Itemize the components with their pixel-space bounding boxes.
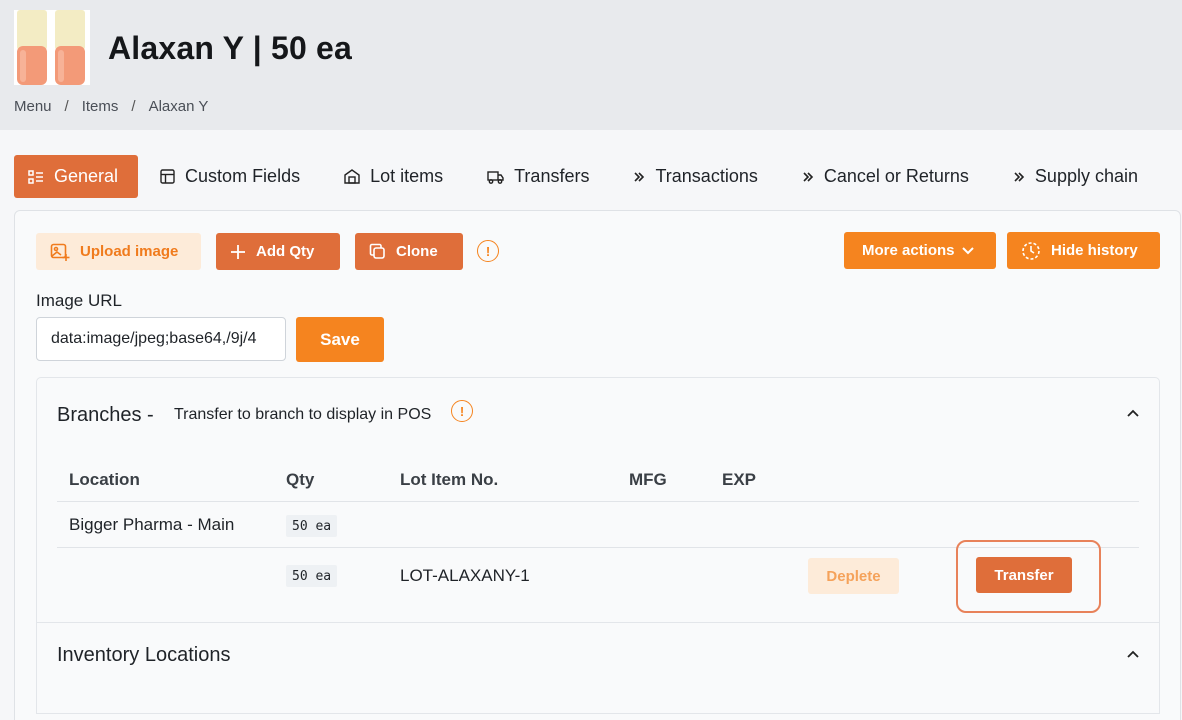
- chevrons-right-icon: [1013, 171, 1025, 183]
- column-header-qty: Qty: [286, 470, 315, 489]
- inventory-locations-card: Inventory Locations: [36, 622, 1160, 714]
- breadcrumb-current: Alaxan Y: [148, 98, 209, 115]
- breadcrumb-separator: /: [131, 98, 136, 115]
- qty-badge: 50 ea: [286, 565, 338, 587]
- general-panel: Upload image Add Qty Clone ! More action…: [14, 210, 1181, 720]
- more-actions-button[interactable]: More actions: [844, 232, 996, 269]
- tab-supply-chain[interactable]: Supply chain: [991, 155, 1160, 198]
- branches-subtitle: Transfer to branch to display in POS: [174, 406, 432, 423]
- page-header: Alaxan Y | 50 ea Menu / Items / Alaxan Y: [0, 0, 1182, 130]
- clone-button[interactable]: Clone: [355, 233, 463, 270]
- upload-image-label: Upload image: [80, 243, 179, 260]
- info-warning-icon[interactable]: !: [451, 400, 473, 422]
- truck-icon: [487, 170, 504, 184]
- plus-icon: [230, 244, 246, 260]
- breadcrumb: Menu / Items / Alaxan Y: [14, 98, 208, 115]
- tab-lot-items[interactable]: Lot items: [322, 155, 465, 198]
- save-button[interactable]: Save: [296, 317, 384, 362]
- deplete-button[interactable]: Deplete: [808, 558, 899, 594]
- chevron-up-icon[interactable]: [1125, 646, 1141, 662]
- qty-badge: 50 ea: [286, 515, 338, 537]
- image-url-input[interactable]: [36, 317, 286, 361]
- column-header-exp: EXP: [722, 470, 757, 489]
- add-qty-button[interactable]: Add Qty: [216, 233, 340, 270]
- column-header-mfg: MFG: [629, 470, 667, 489]
- row-divider: [57, 501, 1139, 502]
- tab-cancel-or-returns[interactable]: Cancel or Returns: [780, 155, 991, 198]
- tab-label: General: [54, 166, 119, 186]
- tab-label: Lot items: [370, 166, 444, 186]
- breadcrumb-menu[interactable]: Menu: [14, 98, 52, 115]
- history-icon: [1021, 241, 1041, 261]
- chevron-down-icon: [961, 246, 975, 256]
- tab-label: Cancel or Returns: [823, 166, 969, 186]
- table-icon: [160, 169, 175, 184]
- location-cell: Bigger Pharma - Main: [69, 515, 235, 534]
- tab-transfers[interactable]: Transfers: [465, 155, 611, 198]
- column-header-location: Location: [69, 470, 140, 489]
- tab-label: Transactions: [655, 166, 758, 186]
- clone-label: Clone: [396, 243, 438, 260]
- branches-title: Branches -: [57, 404, 154, 426]
- tab-label: Transfers: [514, 166, 590, 186]
- lot-item-cell: LOT-ALAXANY-1: [400, 566, 530, 585]
- list-checks-icon: [28, 169, 44, 185]
- warehouse-icon: [344, 169, 360, 184]
- more-actions-label: More actions: [862, 242, 955, 259]
- inventory-locations-title: Inventory Locations: [57, 644, 231, 666]
- upload-image-button[interactable]: Upload image: [36, 233, 201, 270]
- copy-icon: [369, 243, 386, 260]
- page-title: Alaxan Y | 50 ea: [108, 30, 353, 66]
- branches-card: Branches - Transfer to branch to display…: [36, 377, 1160, 623]
- tab-transactions[interactable]: Transactions: [611, 155, 779, 198]
- tab-label: Supply chain: [1034, 166, 1138, 186]
- breadcrumb-items[interactable]: Items: [82, 98, 119, 115]
- chevrons-right-icon: [802, 171, 814, 183]
- tab-bar: General Custom Fields Lot items Transfer…: [14, 155, 1160, 198]
- info-warning-icon[interactable]: !: [477, 240, 499, 262]
- chevrons-right-icon: [633, 171, 645, 183]
- add-qty-label: Add Qty: [256, 243, 315, 260]
- tab-general[interactable]: General: [14, 155, 139, 198]
- transfer-button[interactable]: Transfer: [976, 557, 1072, 593]
- product-thumbnail: [14, 10, 90, 85]
- hide-history-button[interactable]: Hide history: [1007, 232, 1160, 269]
- image-url-label: Image URL: [36, 291, 122, 310]
- breadcrumb-separator: /: [64, 98, 69, 115]
- tab-label: Custom Fields: [185, 166, 301, 186]
- column-header-lot: Lot Item No.: [400, 470, 499, 489]
- tab-custom-fields[interactable]: Custom Fields: [138, 155, 322, 198]
- hide-history-label: Hide history: [1051, 242, 1138, 259]
- chevron-up-icon[interactable]: [1125, 405, 1141, 421]
- image-plus-icon: [50, 242, 70, 262]
